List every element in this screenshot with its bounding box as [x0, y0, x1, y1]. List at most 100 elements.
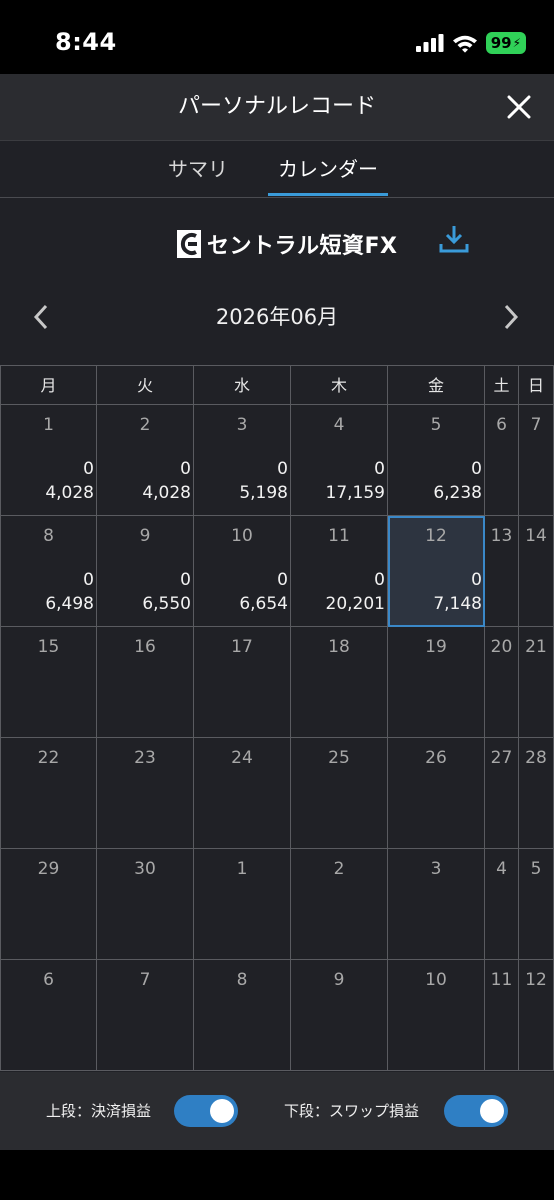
wifi-icon: [452, 35, 477, 53]
calendar-day-cell[interactable]: 17: [194, 627, 291, 738]
download-icon[interactable]: [438, 224, 470, 254]
day-number: 6: [496, 415, 507, 435]
day-number: 27: [490, 748, 513, 768]
active-tab-indicator: [268, 193, 388, 196]
calendar-day-cell[interactable]: 19: [388, 627, 485, 738]
calendar-day-cell[interactable]: 28: [519, 738, 554, 849]
signal-icon: [415, 34, 444, 52]
calendar-day-cell[interactable]: 24: [194, 738, 291, 849]
swap-pnl-value: 6,498: [45, 594, 94, 614]
day-number: 21: [525, 637, 547, 657]
day-number: 22: [37, 748, 60, 768]
settlement-pnl-value: 0: [471, 459, 482, 479]
calendar-day-cell[interactable]: 4 0 17,159: [291, 405, 388, 516]
day-number: 11: [490, 970, 513, 990]
day-number: 1: [236, 859, 248, 879]
day-number: 19: [425, 637, 447, 657]
day-number: 12: [425, 526, 447, 546]
calendar-day-cell[interactable]: 12: [519, 960, 554, 1071]
calendar-day-cell[interactable]: 2 0 4,028: [97, 405, 194, 516]
swap-pnl-value: 6,238: [433, 483, 482, 503]
calendar-day-cell[interactable]: 22: [0, 738, 97, 849]
calendar-day-cell[interactable]: 2: [291, 849, 388, 960]
day-number: 3: [430, 859, 442, 879]
calendar-day-cell[interactable]: 12 0 7,148: [388, 516, 485, 627]
settlement-pnl-value: 0: [83, 570, 94, 590]
calendar-day-cell[interactable]: 13: [485, 516, 519, 627]
close-icon[interactable]: [506, 94, 532, 120]
swap-pnl-value: 4,028: [45, 483, 94, 503]
day-number: 11: [328, 526, 350, 546]
calendar-day-cell[interactable]: 26: [388, 738, 485, 849]
calendar-day-cell[interactable]: 3 0 5,198: [194, 405, 291, 516]
day-number: 2: [139, 415, 151, 435]
day-number: 6: [43, 970, 54, 990]
calendar-day-cell[interactable]: 6: [485, 405, 519, 516]
calendar-day-cell[interactable]: 1: [194, 849, 291, 960]
calendar-day-cell[interactable]: 20: [485, 627, 519, 738]
settlement-pnl-value: 0: [83, 459, 94, 479]
upper-row-toggle[interactable]: [174, 1095, 238, 1127]
calendar-day-cell[interactable]: 25: [291, 738, 388, 849]
day-number: 8: [43, 526, 54, 546]
battery-indicator: 99 ⚡: [485, 32, 526, 54]
title-bar: パーソナルレコード: [0, 74, 554, 141]
day-number: 29: [37, 859, 60, 879]
day-number: 17: [231, 637, 253, 657]
calendar-day-cell[interactable]: 11: [485, 960, 519, 1071]
month-label: 2026年06月: [215, 305, 339, 329]
calendar-day-cell[interactable]: 29: [0, 849, 97, 960]
calendar-day-cell[interactable]: 1 0 4,028: [0, 405, 97, 516]
tab-calendar[interactable]: カレンダー: [268, 141, 388, 197]
calendar-day-cell[interactable]: 10 0 6,654: [194, 516, 291, 627]
calendar-day-cell[interactable]: 8: [194, 960, 291, 1071]
day-number: 7: [530, 415, 542, 435]
calendar-day-cell[interactable]: 3: [388, 849, 485, 960]
calendar-day-cell[interactable]: 15: [0, 627, 97, 738]
day-number: 30: [134, 859, 156, 879]
calendar-day-cell[interactable]: 30: [97, 849, 194, 960]
day-number: 26: [425, 748, 447, 768]
calendar-day-cell[interactable]: 10: [388, 960, 485, 1071]
weekday-header: 木: [291, 365, 388, 405]
calendar-day-cell[interactable]: 4: [485, 849, 519, 960]
brand-mark-icon: [177, 230, 201, 258]
calendar-day-cell[interactable]: 6: [0, 960, 97, 1071]
settlement-pnl-value: 0: [277, 570, 288, 590]
day-number: 3: [236, 415, 248, 435]
status-bar: 8:44 99 ⚡: [0, 0, 554, 74]
status-icons: 99 ⚡: [415, 32, 526, 54]
settlement-pnl-value: 0: [180, 459, 191, 479]
calendar-day-cell[interactable]: 7: [97, 960, 194, 1071]
day-number: 2: [333, 859, 345, 879]
home-indicator-area: [0, 1150, 554, 1200]
day-number: 24: [231, 748, 253, 768]
toggle-knob: [480, 1099, 504, 1123]
lower-row-toggle[interactable]: [444, 1095, 508, 1127]
calendar-day-cell[interactable]: 23: [97, 738, 194, 849]
calendar-day-cell[interactable]: 8 0 6,498: [0, 516, 97, 627]
calendar-day-cell[interactable]: 18: [291, 627, 388, 738]
weekday-header: 火: [97, 365, 194, 405]
swap-pnl-value: 6,654: [239, 594, 288, 614]
swap-pnl-value: 7,148: [433, 594, 482, 614]
calendar-day-cell[interactable]: 7: [519, 405, 554, 516]
calendar-day-cell[interactable]: 16: [97, 627, 194, 738]
calendar-day-cell[interactable]: 27: [485, 738, 519, 849]
calendar-day-cell[interactable]: 5: [519, 849, 554, 960]
calendar-day-cell[interactable]: 14: [519, 516, 554, 627]
day-number: 25: [328, 748, 350, 768]
lower-row-label: 下段：スワップ損益: [284, 1102, 420, 1120]
next-month-button[interactable]: [500, 302, 522, 332]
calendar-day-cell[interactable]: 5 0 6,238: [388, 405, 485, 516]
tab-summary[interactable]: サマリ: [158, 141, 238, 197]
calendar-panel: セントラル短資FX 2026年06月 月火水木金土日 1 0 4,028 2 0 4,028…: [0, 198, 554, 1072]
day-number: 23: [134, 748, 156, 768]
battery-level: 99: [490, 34, 512, 52]
swap-pnl-value: 17,159: [325, 483, 385, 503]
calendar-day-cell[interactable]: 9: [291, 960, 388, 1071]
day-number: 4: [496, 859, 507, 879]
calendar-day-cell[interactable]: 21: [519, 627, 554, 738]
calendar-day-cell[interactable]: 11 0 20,201: [291, 516, 388, 627]
calendar-day-cell[interactable]: 9 0 6,550: [97, 516, 194, 627]
